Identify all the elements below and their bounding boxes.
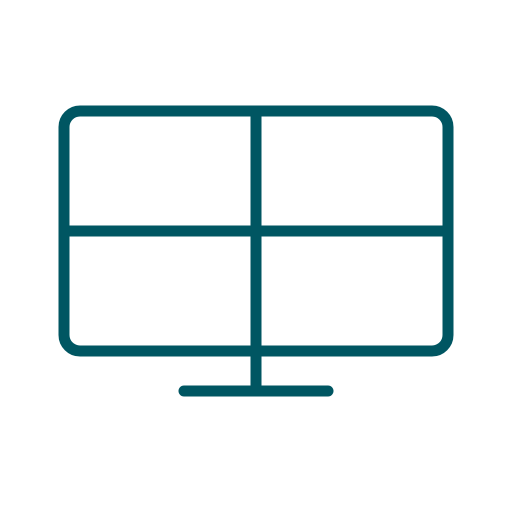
icon-canvas [0, 0, 512, 512]
monitor-grid-icon [58, 105, 454, 397]
